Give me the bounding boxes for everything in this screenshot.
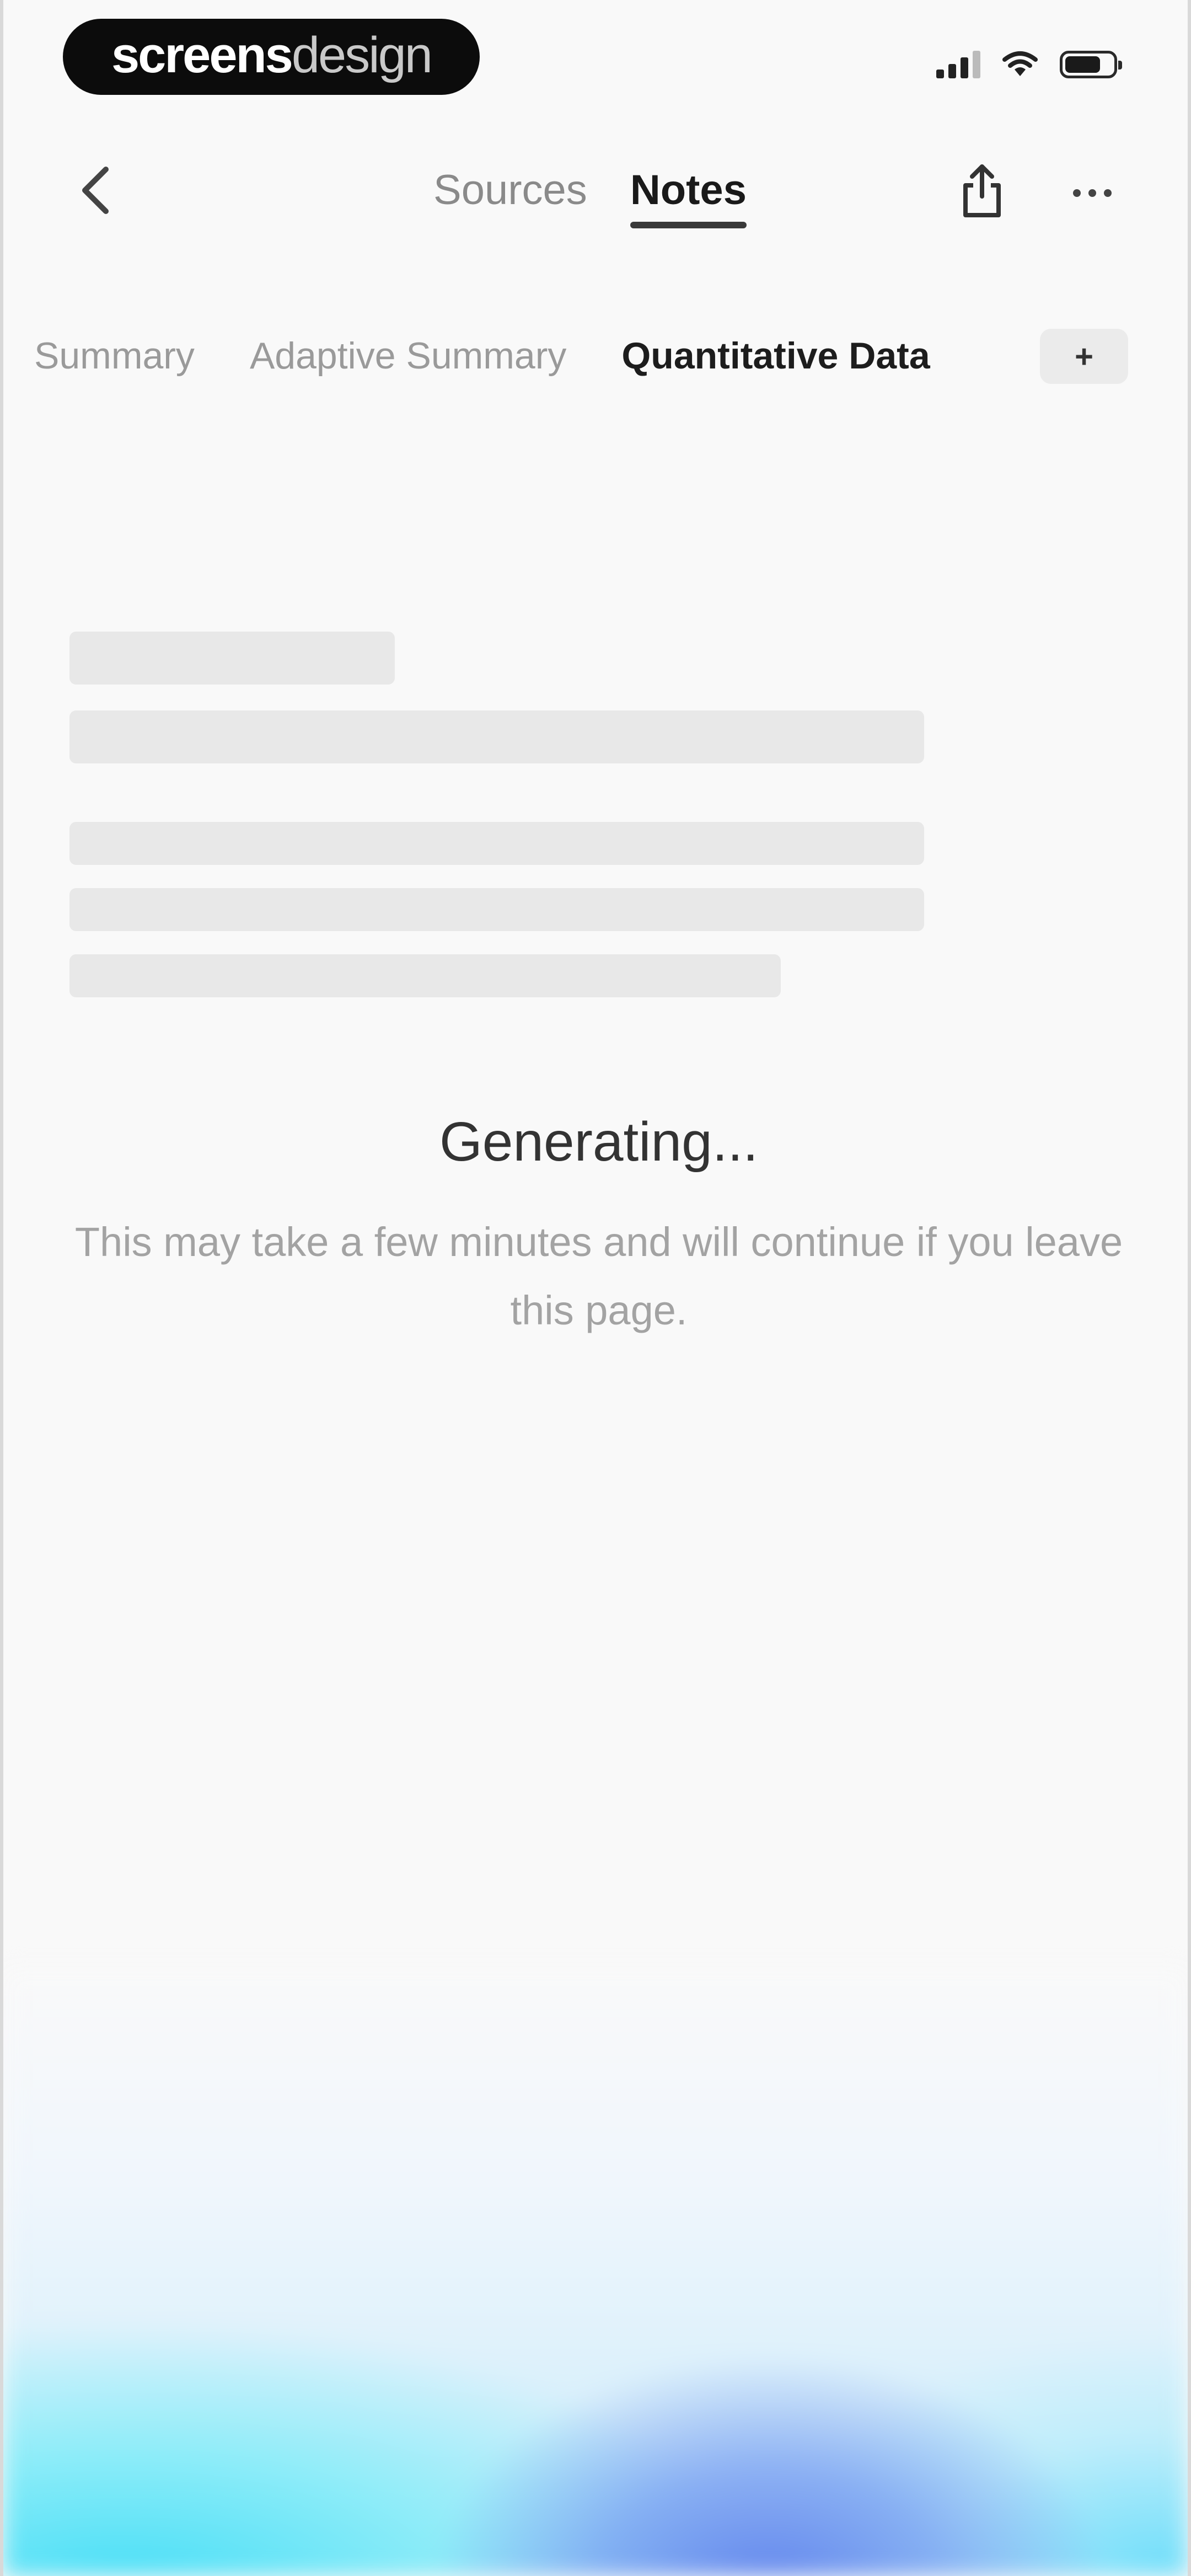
add-note-tab-button[interactable]: + <box>1040 329 1128 384</box>
skeleton-line <box>69 954 781 997</box>
note-type-tabs: Summary Adaptive Summary Quantitative Da… <box>34 325 1137 386</box>
chevron-left-icon <box>82 167 109 214</box>
skeleton-line <box>69 888 924 931</box>
tab-quantitative-data[interactable]: Quantitative Data <box>621 325 930 386</box>
skeleton-line <box>69 632 395 685</box>
wifi-icon <box>1002 51 1038 76</box>
ai-glow-gradient <box>3 1969 1188 2576</box>
tab-notes[interactable]: Notes <box>630 160 747 232</box>
cellular-signal-icon <box>936 51 980 78</box>
share-button[interactable] <box>952 158 1012 224</box>
app-screen: screensdesign Sources Notes Summary Adap… <box>0 0 1191 2576</box>
tab-summary[interactable]: Summary <box>34 325 195 386</box>
tab-adaptive-summary[interactable]: Adaptive Summary <box>250 325 566 386</box>
battery-level <box>1065 56 1100 73</box>
view-tabs: Sources Notes <box>433 160 747 232</box>
generating-title: Generating... <box>439 1111 759 1173</box>
brand-badge: screensdesign <box>63 19 480 95</box>
battery-icon <box>1060 51 1122 78</box>
brand-wordmark: screensdesign <box>111 27 433 83</box>
skeleton-line <box>69 822 924 865</box>
more-options-button[interactable] <box>1062 165 1123 221</box>
tab-sources[interactable]: Sources <box>433 160 587 232</box>
share-icon <box>963 164 1001 217</box>
status-icons <box>936 51 1122 78</box>
generating-message: This may take a few minutes and will con… <box>74 1219 1123 1333</box>
skeleton-line <box>69 710 924 763</box>
back-button[interactable] <box>65 160 126 221</box>
more-horizontal-icon <box>1073 189 1112 197</box>
